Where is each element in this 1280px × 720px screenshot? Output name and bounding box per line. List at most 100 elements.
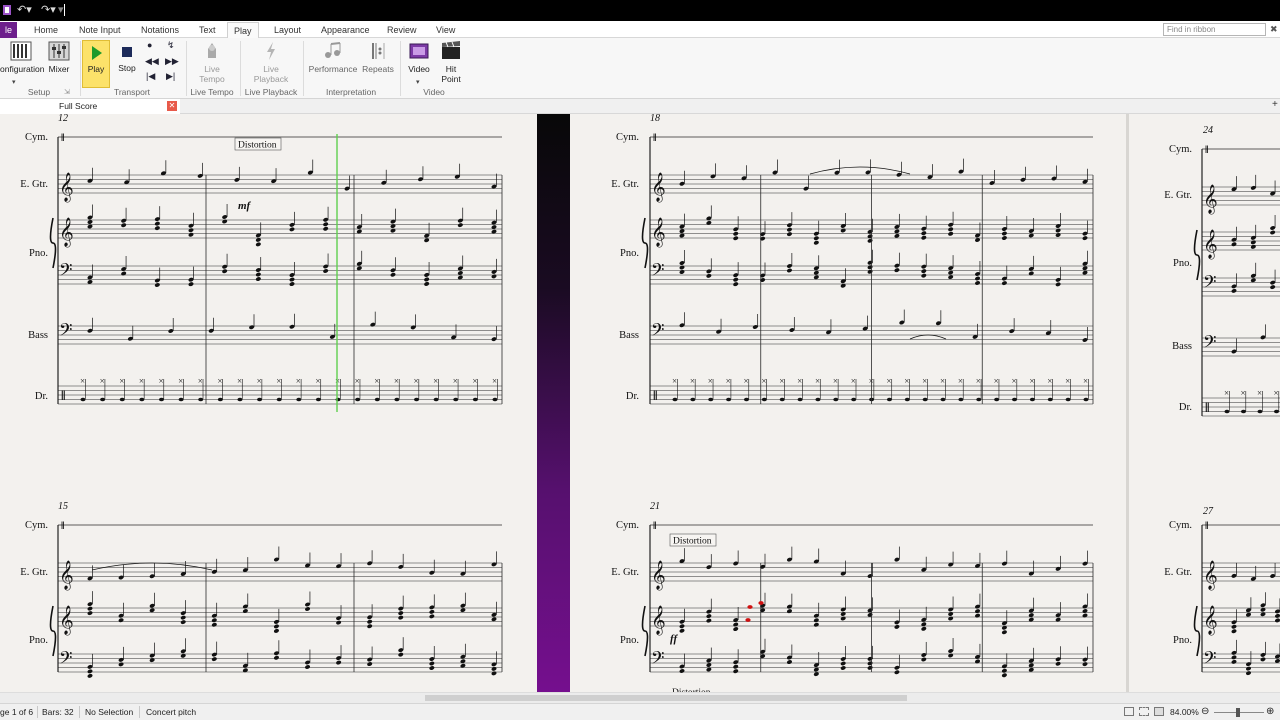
- instrument-label-guitar[interactable]: E. Gtr.: [20, 179, 48, 190]
- view-panorama-icon[interactable]: [1139, 707, 1149, 716]
- slur[interactable]: [91, 562, 213, 571]
- instrument-label-piano[interactable]: Pno.: [29, 248, 48, 259]
- instrument-label-guitar[interactable]: E. Gtr.: [1164, 567, 1192, 578]
- piano-bass-staff[interactable]: 𝄢: [58, 637, 502, 678]
- zoom-out-icon[interactable]: ⊖: [1201, 706, 1209, 717]
- tab-play[interactable]: Play: [227, 22, 259, 38]
- instrument-label-guitar[interactable]: E. Gtr.: [1164, 190, 1192, 201]
- tab-full-score[interactable]: Full Score: [0, 99, 180, 114]
- guitar-staff[interactable]: 𝄞: [58, 159, 502, 202]
- instrument-label-drums[interactable]: Dr.: [35, 391, 48, 402]
- tab-home[interactable]: Home: [28, 22, 64, 38]
- find-in-ribbon-input[interactable]: Find in ribbon: [1163, 23, 1266, 36]
- guitar-staff[interactable]: 𝄞: [1202, 561, 1280, 590]
- selected-note[interactable]: [745, 618, 751, 622]
- instrument-label-bass[interactable]: Bass: [1172, 341, 1192, 352]
- ribbon-collapse-icon[interactable]: ✖: [1270, 24, 1278, 35]
- instrument-label-guitar[interactable]: E. Gtr.: [20, 567, 48, 578]
- record-icon[interactable]: ●: [147, 40, 152, 50]
- score-system[interactable]: ‖ 𝄞 𝄞 𝄢: [49, 520, 503, 679]
- instrument-label-cymbal[interactable]: Cym.: [25, 520, 48, 531]
- tie[interactable]: [909, 334, 947, 340]
- horizontal-scrollbar[interactable]: [0, 692, 1280, 703]
- instrument-label-cymbal[interactable]: Cym.: [616, 132, 639, 143]
- distortion-technique-text[interactable]: Distortion: [234, 137, 282, 151]
- score-view[interactable]: Cym. E. Gtr. Pno. Bass Dr. Cym. E. Gtr. Pno. Cym…: [0, 114, 1280, 692]
- instrument-label-bass[interactable]: Bass: [28, 330, 48, 341]
- selected-note[interactable]: [747, 605, 753, 609]
- piano-bass-staff[interactable]: 𝄢: [1202, 262, 1280, 305]
- bass-staff[interactable]: 𝄢: [1202, 321, 1280, 357]
- guitar-staff[interactable]: 𝄞: [58, 546, 502, 590]
- score-system[interactable]: ‖𝄞𝄞𝄢𝄢‖××××××××××××××××××××××: [49, 132, 503, 405]
- instrument-label-cymbal[interactable]: Cym.: [1169, 144, 1192, 155]
- piano-bass-staff[interactable]: 𝄢: [1202, 639, 1280, 676]
- dynamic-ff[interactable]: ff: [670, 633, 678, 645]
- tab-view[interactable]: View: [430, 22, 461, 38]
- redo-icon[interactable]: ↷▾: [41, 3, 56, 16]
- tab-note-input[interactable]: Note Input: [73, 22, 127, 38]
- live-tempo-button[interactable]: Live Tempo: [192, 40, 232, 88]
- instrument-label-piano[interactable]: Pno.: [1173, 258, 1192, 269]
- selected-note[interactable]: [758, 601, 764, 605]
- undo-icon[interactable]: ↶▾: [17, 3, 32, 16]
- close-tab-icon[interactable]: ✕: [167, 101, 177, 111]
- tab-file[interactable]: le: [0, 22, 18, 38]
- instrument-label-piano[interactable]: Pno.: [1173, 635, 1192, 646]
- go-to-start-icon[interactable]: |◀: [146, 71, 155, 82]
- instrument-label-cymbal[interactable]: Cym.: [616, 520, 639, 531]
- slur[interactable]: [809, 166, 911, 175]
- tab-layout[interactable]: Layout: [268, 22, 307, 38]
- mixer-button[interactable]: Mixer: [45, 40, 73, 88]
- guitar-staff[interactable]: 𝄞: [1202, 174, 1280, 214]
- drum-staff[interactable]: ‖××××××××××××××××××××××: [58, 376, 502, 405]
- stop-button[interactable]: Stop: [114, 40, 140, 88]
- instrument-label-piano[interactable]: Pno.: [620, 635, 639, 646]
- configuration-dropdown-icon[interactable]: ▾: [12, 78, 16, 86]
- distortion-technique-text[interactable]: Distortion: [669, 533, 717, 547]
- tab-review[interactable]: Review: [381, 22, 423, 38]
- go-to-end-icon[interactable]: ▶|: [166, 71, 175, 82]
- instrument-label-cymbal[interactable]: Cym.: [25, 132, 48, 143]
- video-dropdown-icon[interactable]: ▾: [416, 78, 420, 86]
- tab-text[interactable]: Text: [193, 22, 222, 38]
- instrument-label-bass[interactable]: Bass: [619, 330, 639, 341]
- fast-forward-icon[interactable]: ▶▶: [165, 56, 179, 67]
- zoom-in-icon[interactable]: ⊕: [1266, 706, 1274, 717]
- play-button[interactable]: Play: [82, 40, 110, 88]
- instrument-label-guitar[interactable]: E. Gtr.: [611, 179, 639, 190]
- rewind-icon[interactable]: ◀◀: [145, 56, 159, 67]
- configuration-button[interactable]: onfiguration: [0, 40, 44, 88]
- tab-appearance[interactable]: Appearance: [315, 22, 376, 38]
- bass-staff[interactable]: 𝄢: [58, 311, 502, 345]
- instrument-label-piano[interactable]: Pno.: [29, 635, 48, 646]
- piano-treble-staff[interactable]: 𝄞: [1202, 592, 1280, 635]
- score-system[interactable]: ‖𝄞𝄞𝄢𝄢‖××××××××××××××××××××××××: [641, 132, 1094, 405]
- new-tab-icon[interactable]: +: [1272, 99, 1278, 110]
- piano-treble-staff[interactable]: 𝄞: [58, 591, 502, 635]
- piano-treble-staff[interactable]: 𝄞: [1202, 215, 1280, 259]
- move-playback-line-icon[interactable]: ↯: [167, 40, 175, 51]
- instrument-label-cymbal[interactable]: Cym.: [1169, 520, 1192, 531]
- tab-notations[interactable]: Notations: [135, 22, 185, 38]
- view-document-icon[interactable]: [1124, 707, 1134, 716]
- score-system[interactable]: ‖ 𝄞 𝄞 𝄢: [1193, 520, 1280, 676]
- score-system[interactable]: ‖𝄞𝄞𝄢𝄢‖×××××: [1193, 144, 1280, 417]
- instrument-label-drums[interactable]: Dr.: [1179, 402, 1192, 413]
- repeats-button[interactable]: Repeats: [362, 40, 394, 88]
- zoom-slider-thumb[interactable]: [1236, 708, 1240, 717]
- live-playback-button[interactable]: Live Playback: [248, 40, 294, 88]
- dynamic-mf[interactable]: mf: [238, 200, 252, 212]
- instrument-label-piano[interactable]: Pno.: [620, 248, 639, 259]
- drum-staff[interactable]: ‖×××××: [1202, 388, 1280, 417]
- view-fullscreen-icon[interactable]: [1154, 707, 1164, 716]
- instrument-label-guitar[interactable]: E. Gtr.: [611, 567, 639, 578]
- setup-launcher-icon[interactable]: ⇲: [64, 88, 70, 96]
- quick-access-menu-icon[interactable]: ▾: [58, 3, 64, 16]
- piano-bass-staff[interactable]: 𝄢: [58, 250, 502, 288]
- hit-point-button[interactable]: Hit Point: [436, 40, 466, 88]
- performance-button[interactable]: Performance: [308, 40, 358, 88]
- instrument-label-drums[interactable]: Dr.: [626, 391, 639, 402]
- scrollbar-thumb[interactable]: [425, 695, 907, 701]
- piano-treble-staff[interactable]: 𝄞: [58, 204, 502, 247]
